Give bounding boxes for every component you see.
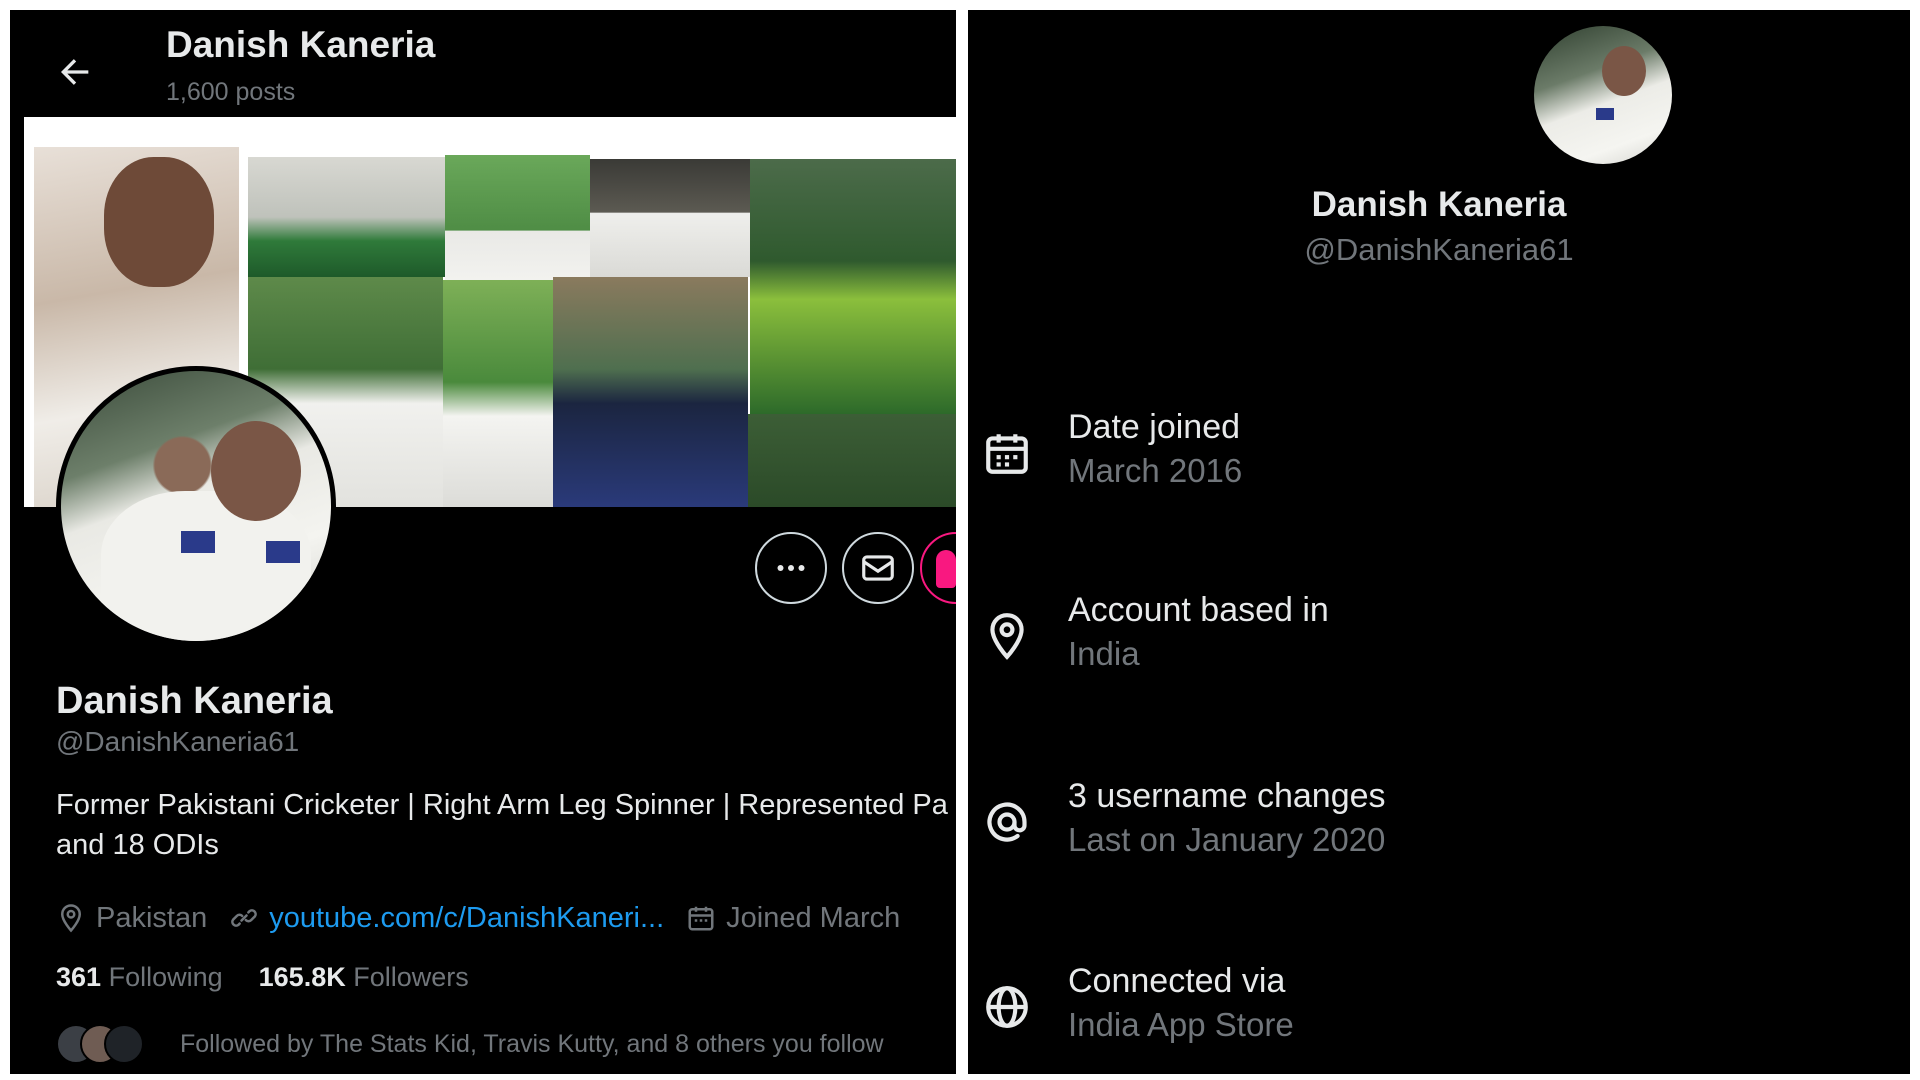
website-link[interactable]: youtube.com/c/DanishKaneri... (269, 902, 664, 935)
profile-bio: Former Pakistani Cricketer | Right Arm L… (56, 789, 956, 861)
joined-text: Joined March (726, 901, 901, 934)
message-button[interactable] (842, 532, 914, 604)
about-name: Danish Kaneria (1311, 185, 1567, 224)
more-dots-icon (777, 565, 805, 571)
calendar-icon (688, 906, 714, 931)
profile-panel: Danish Kaneria 1,600 posts Danish Kaneri… (10, 10, 956, 1074)
followed-by[interactable]: Followed by The Stats Kid, Travis Kutty,… (56, 1022, 884, 1066)
joined-item: Joined March (686, 902, 900, 935)
date-joined-row: Date joined March 2016 (968, 400, 1910, 500)
username-changes-value: Last on January 2020 (1068, 821, 1386, 858)
banner-photo (445, 155, 590, 280)
about-account-panel: Danish Kaneria @DanishKaneria61 Date joi… (968, 10, 1910, 1074)
follow-stats: 361 Following 165.8K Followers (56, 962, 469, 993)
followed-by-text: Followed by The Stats Kid, Travis Kutty,… (180, 1029, 884, 1058)
connected-via-title: Connected via (1068, 962, 1286, 1000)
profile-meta: Pakistan youtube.com/c/DanishKaneri... J… (56, 898, 922, 938)
account-based-value: India (1068, 635, 1140, 672)
profile-handle: @DanishKaneria61 (56, 726, 300, 757)
about-avatar (1534, 26, 1672, 164)
about-handle: @DanishKaneria61 (1304, 232, 1574, 267)
connected-via-value: India App Store (1068, 1006, 1294, 1043)
mail-icon (862, 555, 894, 581)
following-link[interactable]: 361 Following (56, 962, 223, 992)
calendar-icon (986, 434, 1028, 474)
profile-avatar[interactable] (56, 366, 336, 646)
banner-photo (750, 159, 956, 414)
followers-link[interactable]: 165.8K Followers (259, 962, 469, 992)
account-based-row: Account based in India (968, 583, 1910, 683)
more-options-button[interactable] (755, 532, 827, 604)
link-icon (231, 909, 258, 927)
banner-photo (104, 157, 214, 287)
followers-count: 165.8K (258, 962, 346, 992)
banner-photo (748, 414, 956, 507)
follower-avatar (104, 1024, 144, 1064)
banner-photo (553, 277, 748, 507)
at-sign-icon (987, 802, 1027, 842)
banner-photo (443, 280, 553, 507)
globe-icon (986, 986, 1028, 1028)
banner-photo (590, 159, 750, 277)
profile-name: Danish Kaneria (56, 680, 333, 722)
following-count: 361 (56, 962, 102, 992)
connected-via-row: Connected via India App Store (968, 954, 1910, 1054)
header-name: Danish Kaneria (166, 24, 436, 65)
location-item: Pakistan (56, 902, 207, 935)
following-label: Following (108, 962, 223, 992)
account-based-title: Account based in (1068, 591, 1329, 629)
profile-header: Danish Kaneria 1,600 posts (10, 10, 956, 117)
follow-button[interactable] (920, 532, 956, 604)
date-joined-value: March 2016 (1068, 452, 1243, 489)
header-post-count: 1,600 posts (166, 78, 296, 106)
location-pin-icon (990, 613, 1024, 660)
location-pin-icon (60, 904, 82, 933)
person-icon (936, 550, 956, 588)
username-changes-row: 3 username changes Last on January 2020 (968, 769, 1910, 869)
banner-photo (248, 157, 445, 277)
username-changes-title: 3 username changes (1068, 777, 1386, 815)
date-joined-title: Date joined (1068, 408, 1241, 446)
back-arrow-icon[interactable] (55, 52, 95, 92)
followers-label: Followers (353, 962, 469, 992)
location-text: Pakistan (96, 901, 208, 934)
website-item[interactable]: youtube.com/c/DanishKaneri... (229, 902, 664, 935)
